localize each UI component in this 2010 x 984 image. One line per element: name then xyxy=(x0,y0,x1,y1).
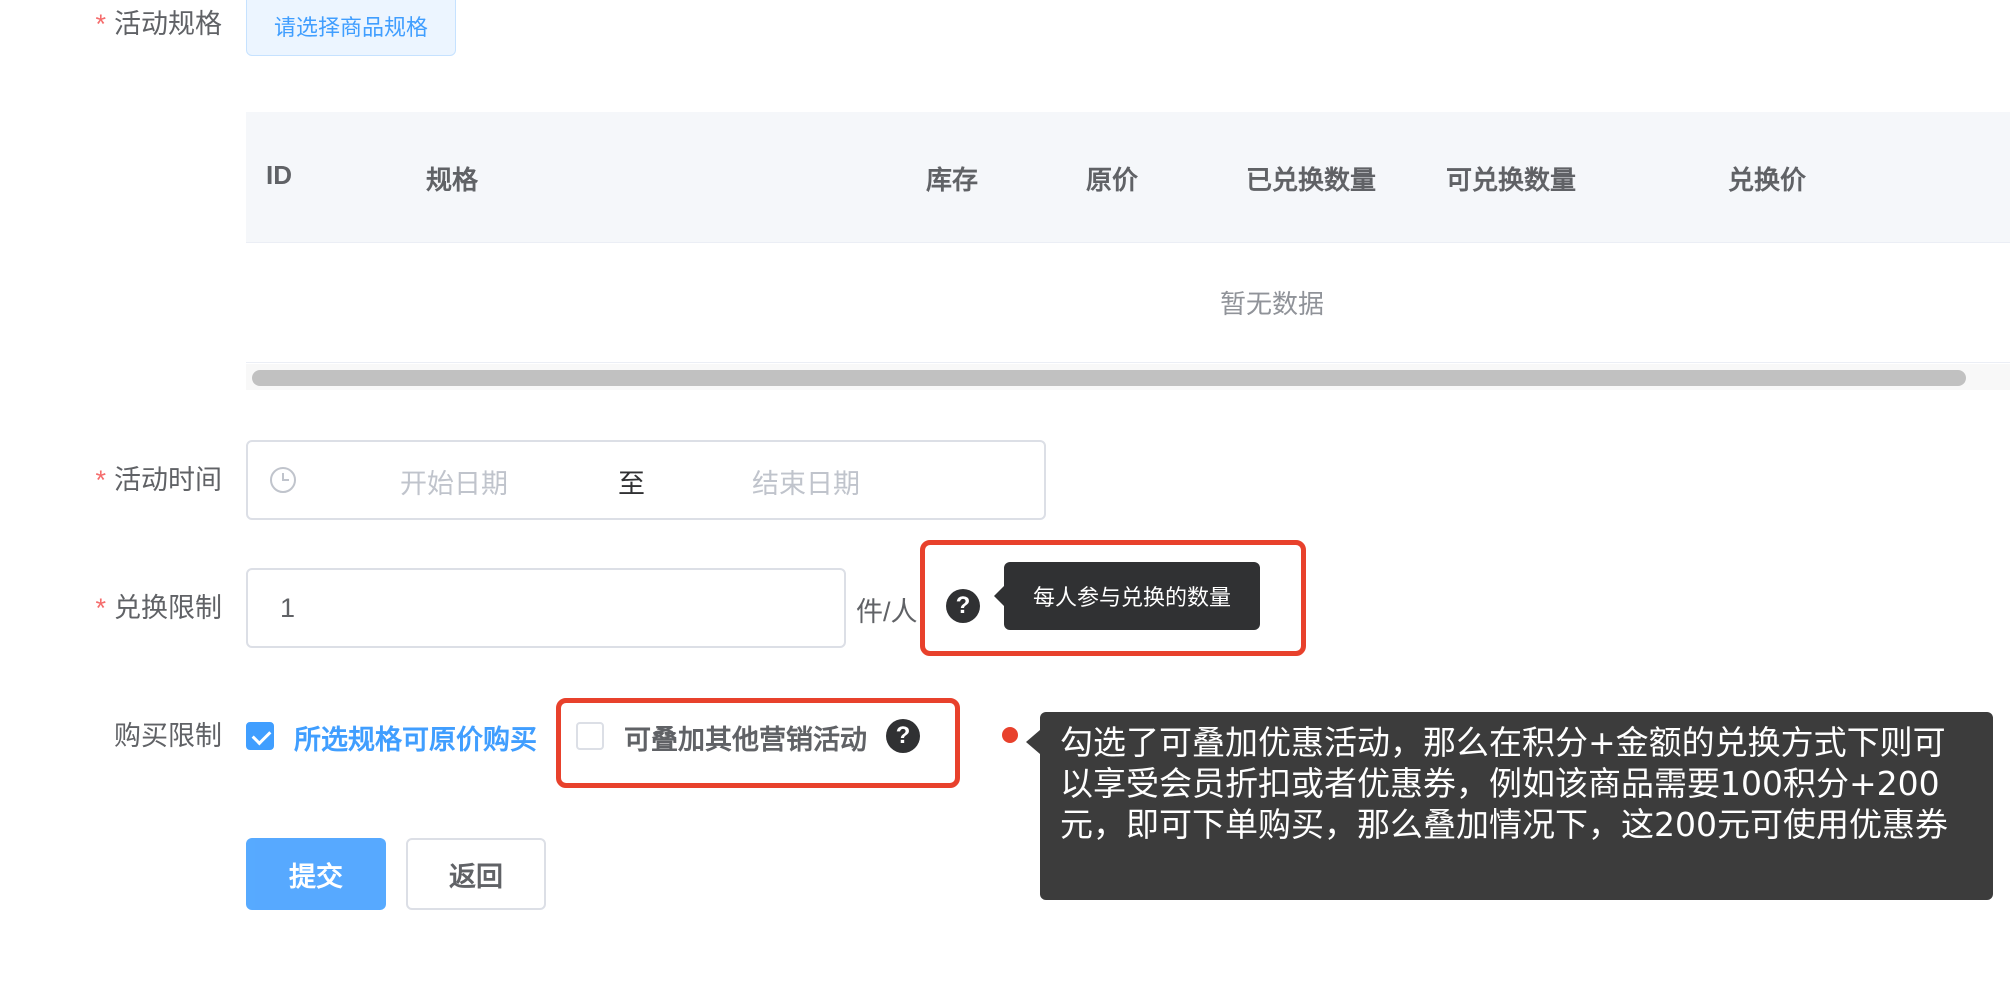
limit-tooltip: 每人参与兑换的数量 xyxy=(994,562,1260,630)
spec-label-text: 活动规格 xyxy=(114,9,222,39)
end-date-input[interactable]: 结束日期 xyxy=(752,462,860,501)
limit-label-text: 兑换限制 xyxy=(114,593,222,623)
limit-unit: 件/人 xyxy=(856,597,918,627)
column-header-id[interactable]: ID xyxy=(266,160,292,191)
column-header-redeemed-qty[interactable]: 已兑换数量 xyxy=(1246,160,1376,197)
annotation-dot xyxy=(1002,727,1018,743)
select-spec-button[interactable]: 请选择商品规格 xyxy=(246,0,456,56)
stack-marketing-tooltip: 勾选了可叠加优惠活动，那么在积分+金额的兑换方式下则可以享受会员折扣或者优惠券，… xyxy=(1026,712,1993,900)
original-price-checkbox[interactable] xyxy=(246,722,274,750)
back-button[interactable]: 返回 xyxy=(406,838,546,910)
column-header-stock[interactable]: 库存 xyxy=(926,160,978,197)
spec-table-body xyxy=(246,242,2010,363)
time-label-text: 活动时间 xyxy=(114,465,222,495)
table-empty-text: 暂无数据 xyxy=(1220,289,1325,319)
scrollbar-thumb[interactable] xyxy=(252,370,1966,386)
time-label: * 活动时间 xyxy=(0,460,222,500)
exchange-limit-input[interactable]: 1 xyxy=(246,568,846,648)
question-circle-icon[interactable]: ? xyxy=(886,719,920,753)
required-mark: * xyxy=(95,593,106,623)
date-range-picker[interactable] xyxy=(246,440,1046,520)
clock-icon xyxy=(270,467,296,493)
submit-button[interactable]: 提交 xyxy=(246,838,386,910)
limit-label: * 兑换限制 xyxy=(0,588,222,628)
question-circle-icon[interactable]: ? xyxy=(946,589,980,623)
column-header-exchange-price[interactable]: 兑换价 xyxy=(1728,160,1806,197)
start-date-input[interactable]: 开始日期 xyxy=(400,462,508,501)
date-range-separator: 至 xyxy=(618,469,645,499)
purchase-label: 购买限制 xyxy=(114,721,222,751)
required-mark: * xyxy=(95,465,106,495)
column-header-redeemable-qty[interactable]: 可兑换数量 xyxy=(1446,160,1576,197)
stack-marketing-checkbox-label[interactable]: 可叠加其他营销活动 xyxy=(624,718,867,757)
required-mark: * xyxy=(95,9,106,39)
spec-label: * 活动规格 xyxy=(0,4,222,44)
column-header-spec[interactable]: 规格 xyxy=(426,160,478,197)
stack-marketing-checkbox[interactable] xyxy=(576,722,604,750)
column-header-original-price[interactable]: 原价 xyxy=(1086,160,1138,197)
original-price-checkbox-label[interactable]: 所选规格可原价购买 xyxy=(294,718,537,757)
